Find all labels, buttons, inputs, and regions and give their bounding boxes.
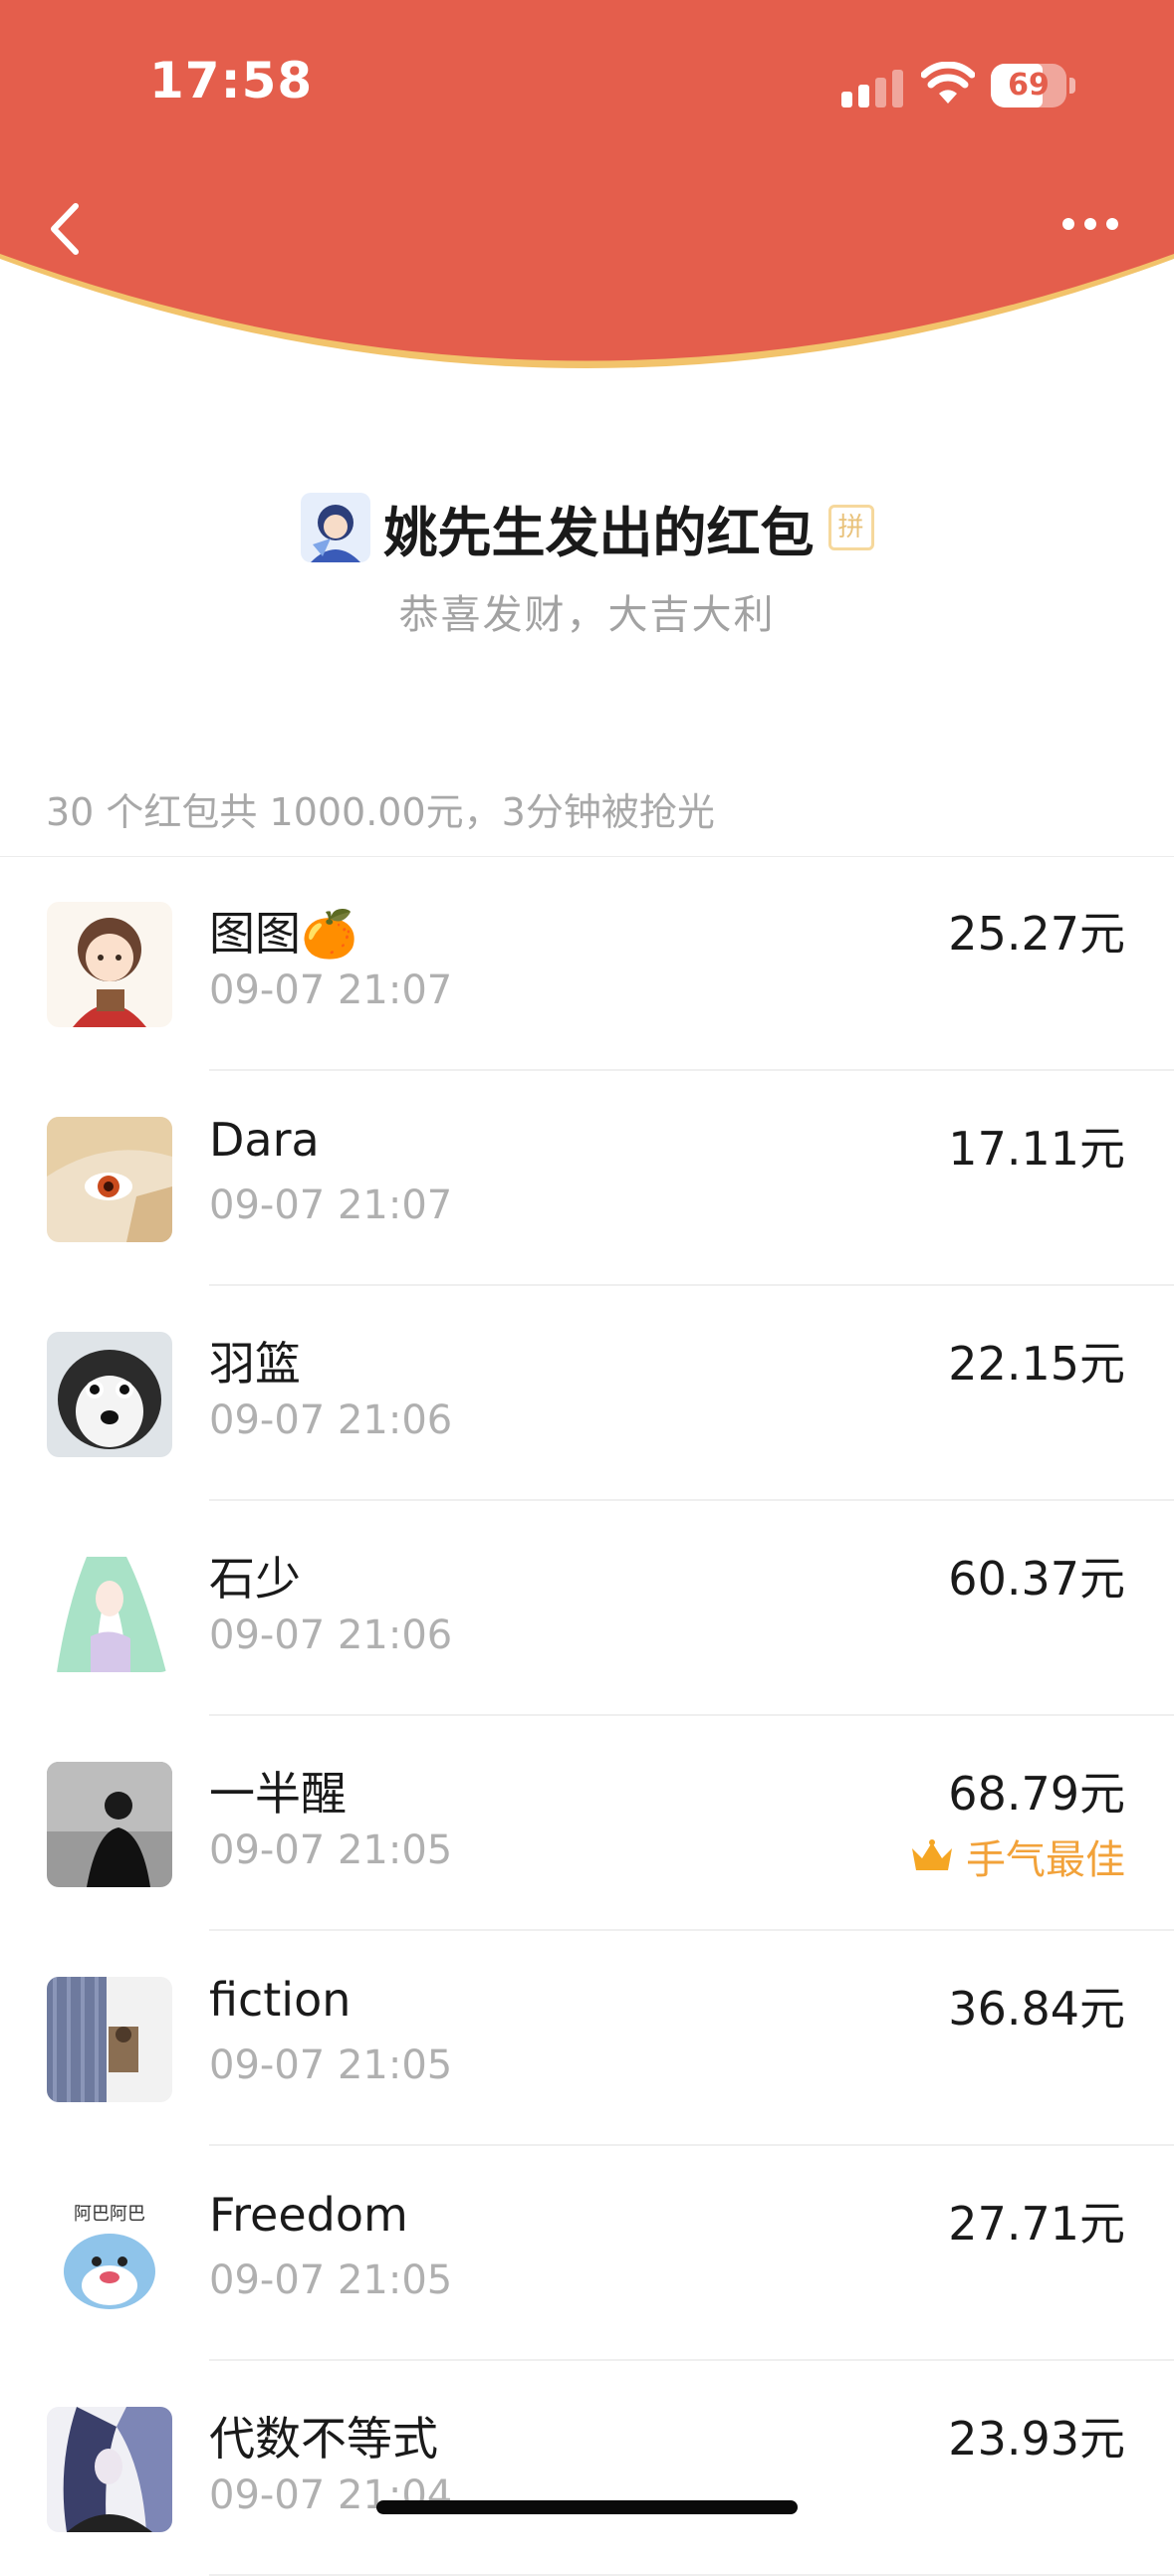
status-time: 17:58	[149, 52, 314, 109]
packet-summary: 30 个红包共 1000.00元，3分钟被抢光	[46, 790, 715, 834]
sender-avatar[interactable]	[300, 493, 370, 562]
battery-indicator: 69	[991, 64, 1076, 107]
claim-time: 09-07 21:05	[209, 2257, 453, 2303]
amount: 36.84元	[948, 1982, 1125, 2036]
claim-time: 09-07 21:07	[209, 1182, 453, 1228]
avatar-image	[47, 1977, 172, 2102]
avatar[interactable]	[47, 1332, 172, 1457]
claim-time: 09-07 21:06	[209, 1397, 453, 1443]
recipient-list: 图图🍊 09-07 21:07 25.27元 Dara 09-07 21:07 …	[0, 856, 1174, 2576]
pin-badge: 拼	[827, 505, 874, 550]
crown-icon	[912, 1839, 952, 1870]
chevron-left-icon	[51, 203, 79, 255]
packet-blessing: 恭喜发财，大吉大利	[398, 592, 776, 638]
recipient-name: 图图🍊	[209, 907, 358, 961]
claim-time: 09-07 21:06	[209, 1612, 453, 1658]
cellular-signal-icon	[841, 70, 903, 107]
avatar[interactable]: 阿巴阿巴	[47, 2192, 172, 2317]
list-item[interactable]: 图图🍊 09-07 21:07 25.27元	[0, 856, 1174, 1071]
list-item[interactable]: 羽篮 09-07 21:06 22.15元	[0, 1286, 1174, 1501]
claim-time: 09-07 21:07	[209, 967, 453, 1013]
svg-text:阿巴阿巴: 阿巴阿巴	[74, 2204, 145, 2225]
avatar-image: 阿巴阿巴	[47, 2192, 172, 2317]
list-item[interactable]: Dara 09-07 21:07 17.11元	[0, 1071, 1174, 1286]
avatar[interactable]	[47, 1117, 172, 1242]
list-item[interactable]: fiction 09-07 21:05 36.84元	[0, 1931, 1174, 2146]
home-indicator[interactable]	[376, 2500, 798, 2514]
wifi-icon	[921, 62, 975, 104]
claim-time: 09-07 21:05	[209, 1827, 453, 1873]
ellipsis-icon	[1062, 218, 1118, 230]
packet-title-row: 姚先生发出的红包 拼	[0, 488, 1174, 567]
recipient-name: 一半醒	[209, 1767, 347, 1821]
recipient-name: Dara	[209, 1113, 320, 1167]
recipient-name: fiction	[209, 1973, 352, 2027]
amount: 23.93元	[948, 2412, 1125, 2466]
list-item[interactable]: 一半醒 09-07 21:05 68.79元 手气最佳	[0, 1716, 1174, 1931]
more-button[interactable]	[1051, 199, 1130, 249]
packet-title: 姚先生发出的红包	[383, 501, 815, 564]
best-luck-badge: 手气最佳	[910, 1827, 1125, 1885]
amount: 27.71元	[948, 2197, 1125, 2251]
sender-avatar-image	[300, 493, 370, 562]
amount: 17.11元	[948, 1122, 1125, 1176]
avatar-image	[47, 2407, 172, 2532]
amount: 60.37元	[948, 1552, 1125, 1606]
avatar[interactable]	[47, 1762, 172, 1887]
claim-time: 09-07 21:05	[209, 2042, 453, 2088]
recipient-name: 石少	[209, 1552, 301, 1606]
avatar[interactable]	[47, 1547, 172, 1672]
amount: 68.79元	[948, 1767, 1125, 1821]
recipient-name: Freedom	[209, 2188, 408, 2242]
avatar-image	[47, 1332, 172, 1457]
avatar[interactable]	[47, 2407, 172, 2532]
recipient-name: 代数不等式	[209, 2412, 438, 2466]
avatar-image	[47, 1762, 172, 1887]
recipient-name: 羽篮	[209, 1337, 301, 1391]
battery-tip	[1069, 78, 1075, 94]
amount: 22.15元	[948, 1337, 1125, 1391]
list-item[interactable]: 阿巴阿巴 Freedom 09-07 21:05 27.71元	[0, 2146, 1174, 2361]
back-button[interactable]	[40, 194, 100, 264]
avatar[interactable]	[47, 902, 172, 1027]
amount: 25.27元	[948, 907, 1125, 961]
best-luck-label: 手气最佳	[966, 1837, 1125, 1883]
avatar-image	[47, 1117, 172, 1242]
avatar-image	[47, 902, 172, 1027]
list-item[interactable]: 石少 09-07 21:06 60.37元	[0, 1501, 1174, 1716]
battery-percent: 69	[1008, 68, 1050, 103]
avatar[interactable]	[47, 1977, 172, 2102]
avatar-image	[47, 1547, 172, 1672]
